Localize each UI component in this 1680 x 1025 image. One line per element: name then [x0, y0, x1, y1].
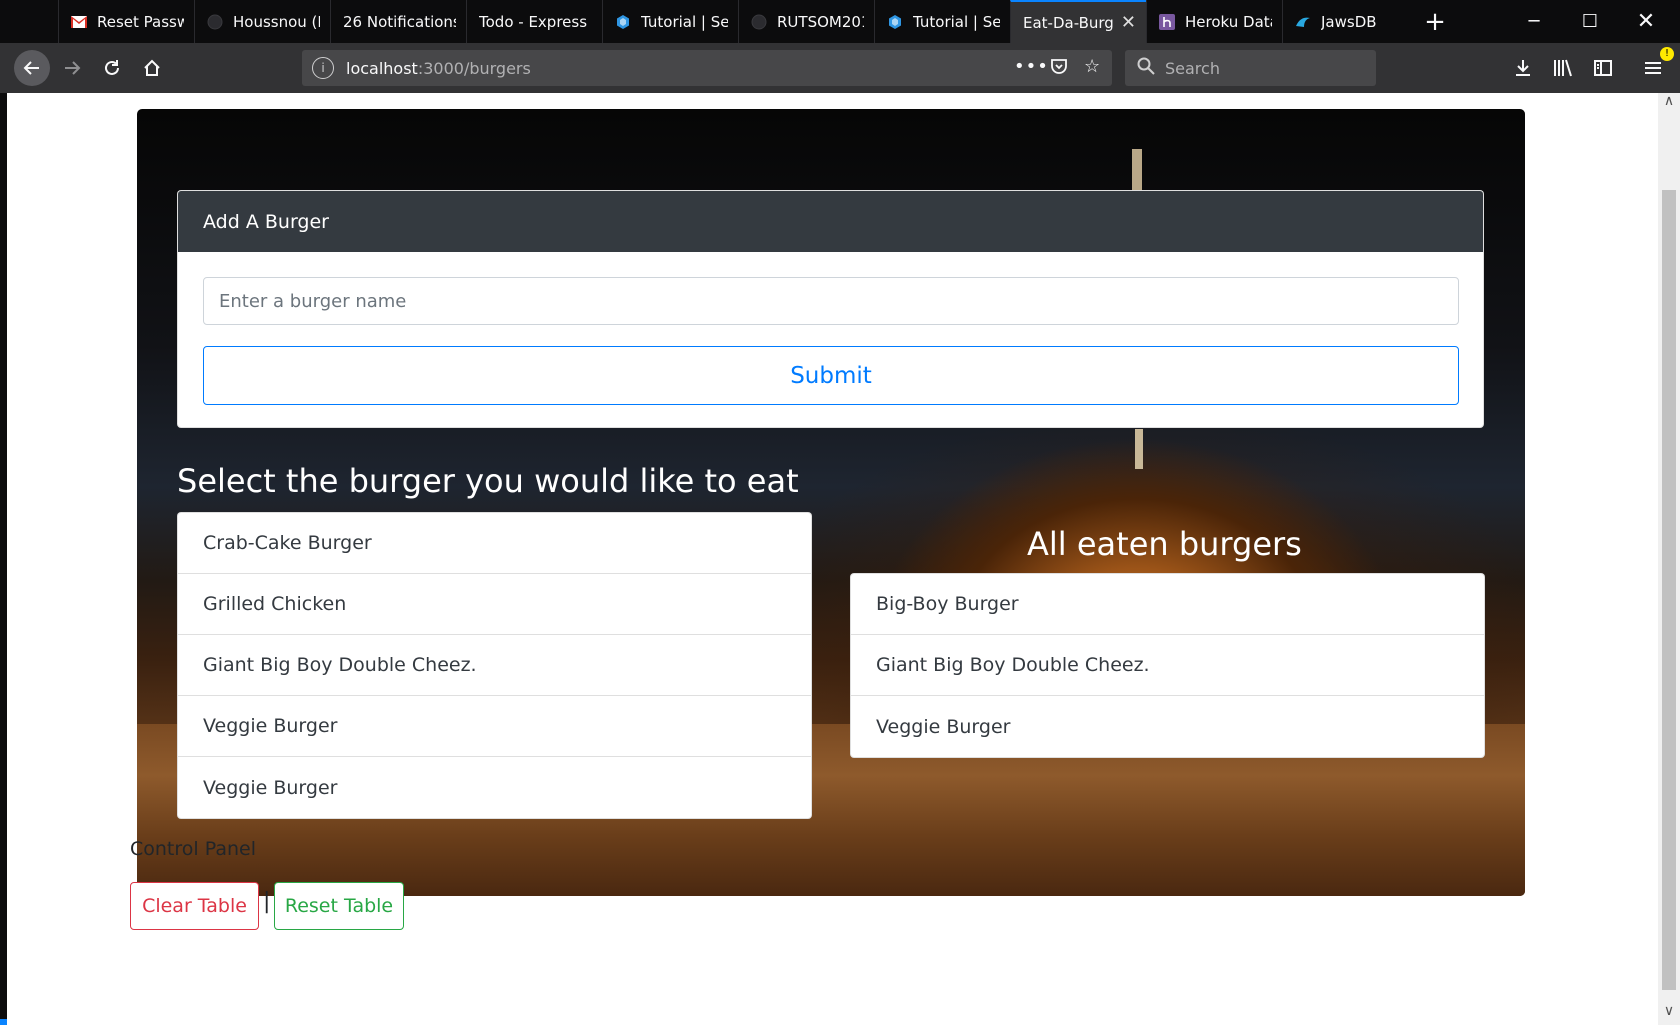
- page-actions-icon[interactable]: •••: [1014, 56, 1049, 77]
- uneaten-burger-list: Crab-Cake Burger Grilled Chicken Giant Big…: [177, 512, 812, 819]
- pocket-icon[interactable]: [1049, 56, 1069, 81]
- add-burger-card: Add A Burger Submit: [177, 190, 1484, 428]
- browser-tab-label: Reset Passw: [97, 12, 184, 31]
- close-tab-icon[interactable]: ✕: [1121, 13, 1136, 32]
- burger-list-item[interactable]: Veggie Burger: [178, 696, 811, 757]
- menu-icon[interactable]: !: [1638, 47, 1674, 83]
- burger-list-item[interactable]: Veggie Burger: [851, 696, 1484, 757]
- browser-tab[interactable]: Tutorial | Se: [602, 0, 738, 43]
- forward-button[interactable]: [54, 50, 90, 86]
- browser-tab-label: Tutorial | Se: [641, 12, 728, 31]
- browser-tab[interactable]: RUTSOM201: [738, 0, 874, 43]
- scroll-down-icon[interactable]: ∨: [1658, 1003, 1680, 1019]
- tab-strip: Reset Passw Houssnou (H 26 Notifications To…: [0, 0, 1680, 43]
- browser-tab-label: Todo - Express: [479, 12, 588, 31]
- maximize-icon[interactable]: ☐: [1562, 0, 1618, 43]
- library-icon[interactable]: [1548, 53, 1578, 83]
- vertical-scrollbar[interactable]: ∧ ∨: [1658, 93, 1680, 1025]
- close-window-icon[interactable]: ✕: [1618, 0, 1674, 43]
- back-arrow-icon: [23, 61, 39, 75]
- browser-tab[interactable]: Eat-Da-Burge ✕: [1010, 0, 1146, 43]
- submit-button[interactable]: Submit: [203, 346, 1459, 405]
- gmail-icon: [71, 14, 87, 30]
- burger-list-item[interactable]: Grilled Chicken: [178, 574, 811, 635]
- sequelize-icon: [887, 14, 903, 30]
- search-icon: [1137, 57, 1155, 80]
- browser-tab[interactable]: 26 Notifications: [330, 0, 466, 43]
- heroku-icon: [1159, 13, 1175, 30]
- jawsdb-icon: [1295, 14, 1311, 30]
- clear-table-button[interactable]: Clear Table: [130, 882, 259, 930]
- browser-tab[interactable]: Tutorial | Se: [874, 0, 1010, 43]
- burger-jumbotron: Add A Burger Submit Select the burger yo…: [137, 109, 1525, 896]
- downloads-icon[interactable]: [1508, 53, 1538, 83]
- background-skewer-top: [1135, 429, 1143, 469]
- reload-icon: [105, 60, 119, 75]
- browser-tab[interactable]: Todo - Express: [466, 0, 602, 43]
- burger-list-item[interactable]: Big-Boy Burger: [851, 574, 1484, 635]
- browser-tab-label: Heroku Data: [1185, 12, 1272, 31]
- eaten-burgers-heading: All eaten burgers: [1027, 525, 1302, 563]
- browser-tab[interactable]: Heroku Data: [1146, 0, 1282, 43]
- browser-tab-label: RUTSOM201: [777, 12, 864, 31]
- browser-tab-label: 26 Notifications: [343, 12, 456, 31]
- burger-list-item[interactable]: Veggie Burger: [178, 757, 811, 818]
- browser-tab-label: JawsDB: [1321, 12, 1377, 31]
- scroll-up-icon[interactable]: ∧: [1658, 93, 1680, 109]
- browser-tab-label: Eat-Da-Burge: [1023, 13, 1113, 32]
- control-panel-title: Control Panel: [130, 838, 256, 860]
- scrollbar-thumb[interactable]: [1662, 190, 1676, 990]
- browser-tab[interactable]: Reset Passw: [58, 0, 194, 43]
- search-bar[interactable]: Search: [1125, 50, 1376, 86]
- github-icon: [751, 14, 767, 30]
- add-burger-card-header: Add A Burger: [178, 191, 1483, 252]
- search-placeholder: Search: [1165, 58, 1220, 78]
- bookmark-star-icon[interactable]: ☆: [1084, 56, 1100, 77]
- new-tab-button[interactable]: +: [1420, 0, 1450, 43]
- burger-name-input[interactable]: [203, 277, 1459, 325]
- minimize-icon[interactable]: ─: [1506, 0, 1562, 43]
- back-button[interactable]: [14, 50, 50, 86]
- control-separator: |: [263, 889, 271, 914]
- reload-button[interactable]: [94, 50, 130, 86]
- burger-list-item[interactable]: Giant Big Boy Double Cheez.: [178, 635, 811, 696]
- github-icon: [207, 14, 223, 30]
- home-button[interactable]: [134, 50, 170, 86]
- site-info-icon[interactable]: i: [312, 57, 334, 79]
- home-icon: [144, 59, 160, 76]
- reset-table-button[interactable]: Reset Table: [274, 882, 404, 930]
- forward-arrow-icon: [65, 61, 81, 75]
- burger-list-item[interactable]: Crab-Cake Burger: [178, 513, 811, 574]
- update-badge: !: [1660, 47, 1674, 61]
- burger-list-item[interactable]: Giant Big Boy Double Cheez.: [851, 635, 1484, 696]
- url-text[interactable]: localhost:3000/burgers: [346, 59, 531, 78]
- browser-tab[interactable]: JawsDB: [1282, 0, 1418, 43]
- navigation-toolbar: i localhost:3000/burgers ••• ☆ Search !: [0, 43, 1680, 93]
- taskbar-accent: [0, 1019, 7, 1025]
- browser-tab[interactable]: Houssnou (H: [194, 0, 330, 43]
- address-bar[interactable]: i localhost:3000/burgers ••• ☆: [302, 50, 1112, 86]
- browser-tab-label: Houssnou (H: [233, 12, 320, 31]
- sidebar-toggle-icon[interactable]: [1588, 53, 1618, 83]
- eaten-burger-list: Big-Boy Burger Giant Big Boy Double Cheez…: [850, 573, 1485, 758]
- select-burger-heading: Select the burger you would like to eat: [177, 462, 799, 500]
- sequelize-icon: [615, 14, 631, 30]
- tab-strip-spacer: [0, 0, 57, 43]
- browser-tab-label: Tutorial | Se: [913, 12, 1000, 31]
